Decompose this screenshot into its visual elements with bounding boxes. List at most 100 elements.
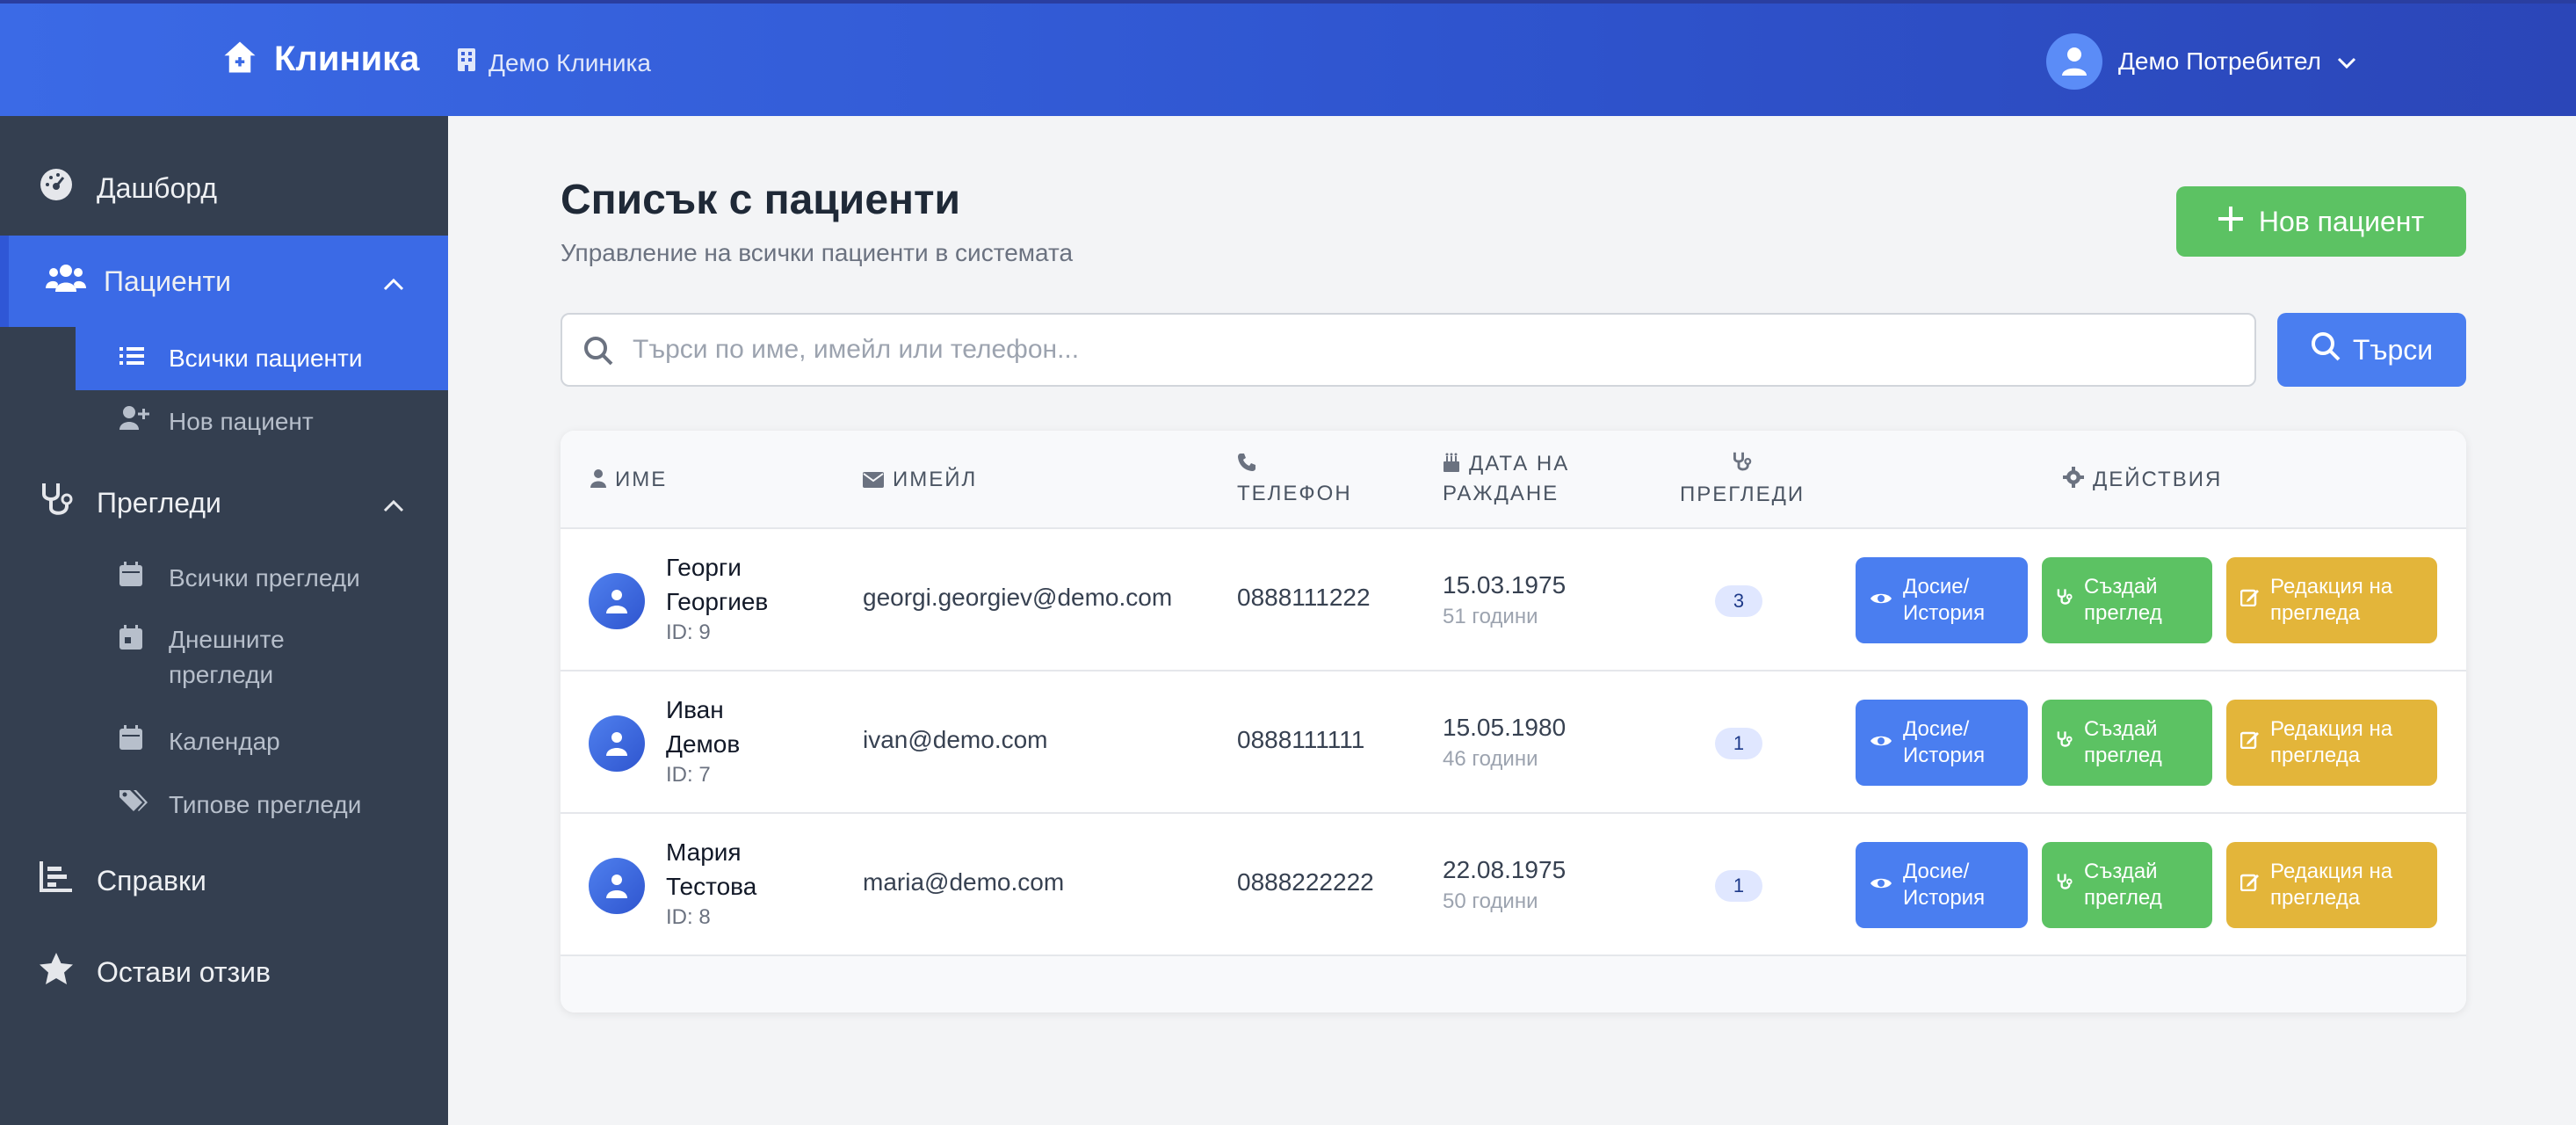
- search-icon: [583, 336, 613, 370]
- patient-name-link[interactable]: Мария Тестова: [666, 835, 798, 904]
- table-footer: [561, 956, 2466, 1012]
- sidebar-item-all-exams[interactable]: Всички прегледи: [76, 547, 448, 610]
- page-subtitle: Управление на всички пациенти в системат…: [561, 239, 1074, 266]
- sidebar-item-new-patient[interactable]: Нов пациент: [76, 390, 448, 454]
- chevron-up-icon: [383, 487, 404, 519]
- column-header-name: ИМЕ: [590, 466, 667, 496]
- sidebar-item-dashboard[interactable]: Дашборд: [0, 162, 448, 214]
- create-exam-button[interactable]: Създай преглед: [2042, 700, 2212, 786]
- column-header-actions: ДЕЙСТВИЯ: [2063, 466, 2222, 496]
- patient-age: 46 години: [1443, 747, 1538, 771]
- search-button[interactable]: Търси: [2277, 313, 2466, 387]
- edit-icon: [2240, 587, 2260, 613]
- sidebar-item-exam-types[interactable]: Типове прегледи: [76, 773, 448, 837]
- new-patient-button[interactable]: Нов пациент: [2176, 186, 2466, 257]
- list-icon: [119, 327, 144, 390]
- calendar-day-icon: [119, 624, 142, 659]
- edit-exam-button[interactable]: Редакция на прегледа: [2226, 557, 2437, 643]
- edit-exam-button[interactable]: Редакция на прегледа: [2226, 842, 2437, 928]
- sidebar-sub-label: Всички прегледи: [169, 564, 360, 592]
- user-icon: [606, 875, 627, 898]
- sidebar-item-reports[interactable]: Справки: [0, 849, 448, 912]
- dossier-history-button[interactable]: Досие/История: [1856, 700, 2028, 786]
- patient-id: ID: 8: [666, 905, 711, 929]
- patient-phone: 0888222222: [1237, 868, 1374, 896]
- patient-avatar: [589, 573, 645, 629]
- patient-age: 50 години: [1443, 889, 1538, 913]
- sidebar-sub-label: Днешните прегледи: [169, 626, 285, 688]
- user-menu[interactable]: Демо Потребител: [2045, 33, 2356, 90]
- visits-count-badge: 1: [1715, 870, 1762, 902]
- eye-icon: [1870, 872, 1892, 898]
- sidebar-sub-label: Типове прегледи: [169, 791, 362, 818]
- patient-dob: 15.05.1980: [1443, 714, 1567, 741]
- sidebar-sub-label: Календар: [169, 728, 280, 755]
- user-name: Демо Потребител: [2117, 47, 2321, 75]
- create-exam-button[interactable]: Създай преглед: [2042, 842, 2212, 928]
- patient-id: ID: 9: [666, 621, 711, 644]
- patient-dob: 15.03.1975: [1443, 571, 1567, 599]
- stethoscope-icon: [2056, 586, 2073, 614]
- sidebar-item-label: Дашборд: [97, 171, 217, 204]
- patient-id: ID: 7: [666, 763, 711, 787]
- patient-name-link[interactable]: Иван Демов: [666, 693, 798, 761]
- edit-exam-button[interactable]: Редакция на прегледа: [2226, 700, 2437, 786]
- edit-icon: [2240, 872, 2260, 898]
- chevron-down-icon: [2337, 47, 2356, 76]
- patient-email: maria@demo.com: [863, 868, 1065, 896]
- sidebar-item-label: Пациенти: [104, 265, 231, 297]
- patient-age: 51 години: [1443, 605, 1538, 628]
- column-header-dob: ДАТА НА РАЖДАНЕ: [1443, 452, 1570, 505]
- top-navbar: Клиника Демо Клиника Демо Потребител: [0, 0, 2576, 116]
- calendar-icon: [119, 547, 142, 610]
- brand-link[interactable]: Клиника: [221, 39, 419, 80]
- patient-name-link[interactable]: Георги Георгиев: [666, 550, 798, 619]
- table-row: Георги Георгиев ID: 9 georgi.georgiev@dem…: [561, 529, 2466, 671]
- brand-name: Клиника: [274, 40, 420, 78]
- gear-icon: [2063, 467, 2084, 496]
- search-input[interactable]: [633, 323, 2232, 376]
- building-icon: [457, 47, 476, 78]
- envelope-icon: [863, 468, 884, 496]
- create-exam-button[interactable]: Създай преглед: [2042, 557, 2212, 643]
- patient-avatar: [589, 715, 645, 772]
- clinic-name: Демо Клиника: [488, 48, 651, 76]
- patients-table: ИМЕ ИМЕЙЛ ТЕЛЕФОН ДАТА НА РАЖДАНЕ ПРЕГЛЕ…: [561, 431, 2466, 1012]
- sidebar-item-all-patients[interactable]: Всички пациенти: [76, 327, 448, 390]
- column-header-visits: ПРЕГЛЕДИ: [1680, 450, 1805, 509]
- current-clinic: Демо Клиника: [457, 47, 651, 78]
- dashboard-icon: [39, 167, 74, 209]
- sidebar-item-feedback[interactable]: Остави отзив: [0, 940, 448, 1004]
- eye-icon: [1870, 587, 1892, 613]
- stethoscope-icon: [1732, 450, 1753, 481]
- calendar-icon: [119, 710, 142, 773]
- patient-email: georgi.georgiev@demo.com: [863, 584, 1173, 611]
- table-row: Иван Демов ID: 7 ivan@demo.com 0888111111…: [561, 671, 2466, 814]
- dossier-history-button[interactable]: Досие/История: [1856, 842, 2028, 928]
- new-patient-label: Нов пациент: [2258, 205, 2425, 237]
- star-icon: [39, 952, 74, 992]
- tags-icon: [119, 773, 148, 837]
- column-header-email: ИМЕЙЛ: [863, 466, 977, 496]
- patient-phone: 0888111222: [1237, 584, 1371, 611]
- sidebar-item-calendar[interactable]: Календар: [76, 710, 448, 773]
- visits-count-badge: 1: [1715, 728, 1762, 759]
- sidebar-sub-label: Всички пациенти: [169, 345, 363, 372]
- user-plus-icon: [119, 390, 149, 454]
- sidebar-item-patients[interactable]: Пациенти: [0, 236, 448, 327]
- sidebar-item-today-exams[interactable]: Днешните прегледи: [76, 619, 448, 703]
- edit-icon: [2240, 729, 2260, 756]
- chart-icon: [39, 861, 72, 900]
- stethoscope-icon: [2056, 729, 2073, 757]
- stethoscope-icon: [2056, 871, 2073, 899]
- birthday-cake-icon: [1443, 452, 1460, 480]
- stethoscope-icon: [39, 480, 76, 526]
- sidebar-sub-label: Нов пациент: [169, 408, 314, 435]
- search-icon: [2311, 331, 2341, 368]
- sidebar-item-exams[interactable]: Прегледи: [0, 471, 448, 534]
- dossier-history-button[interactable]: Досие/История: [1856, 557, 2028, 643]
- user-icon: [590, 468, 606, 496]
- phone-icon: [1237, 452, 1256, 480]
- patient-dob: 22.08.1975: [1443, 856, 1567, 883]
- sidebar: Дашборд Пациенти Всички пациенти Нов пац…: [0, 116, 448, 1125]
